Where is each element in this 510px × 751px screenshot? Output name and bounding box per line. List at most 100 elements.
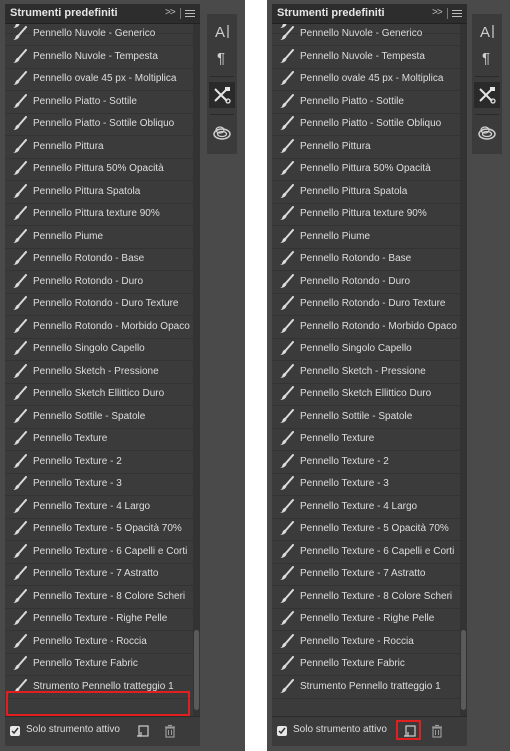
list-item-label: Pennello Texture - 7 Astratto (300, 568, 426, 579)
list-item[interactable]: Pennello ovale 45 px - Moltiplica (5, 68, 193, 91)
list-item[interactable]: Pennello Sketch - Pressione (5, 361, 193, 384)
list-item[interactable]: Pennello Nuvole - Generico (5, 24, 193, 46)
trash-icon[interactable] (430, 724, 444, 738)
brush-icon (13, 251, 27, 265)
brush-icon (280, 656, 294, 670)
svg-text:A: A (215, 24, 225, 39)
list-item[interactable]: Pennello Texture Fabric (5, 653, 193, 676)
scrollbar[interactable] (193, 24, 200, 716)
list-item[interactable]: Pennello Texture - 6 Capelli e Corti (5, 541, 193, 564)
scrollbar-thumb[interactable] (194, 630, 199, 710)
list-item[interactable]: Pennello Rotondo - Base (5, 248, 193, 271)
list-item[interactable]: Pennello Texture - 6 Capelli e Corti (272, 541, 460, 564)
list-item[interactable]: Pennello Sketch Ellittico Duro (5, 383, 193, 406)
list-item[interactable]: Pennello Texture (5, 428, 193, 451)
list-item[interactable]: Pennello Texture - 8 Colore Scheri (5, 586, 193, 609)
list-item[interactable]: Pennello Texture - 3 (272, 473, 460, 496)
list-item-label: Pennello Texture - 3 (33, 478, 122, 489)
character-icon[interactable]: A (209, 18, 235, 44)
paragraph-icon[interactable]: ¶ (209, 44, 235, 70)
list-item[interactable]: Pennello Piatto - Sottile Obliquo (272, 113, 460, 136)
list-item[interactable]: Pennello Pittura 50% Opacità (5, 158, 193, 181)
list-item[interactable]: Pennello Texture - 7 Astratto (272, 563, 460, 586)
list-item[interactable]: Pennello Rotondo - Duro (5, 271, 193, 294)
character-icon[interactable]: A (474, 18, 500, 44)
list-item[interactable]: Pennello Pittura Spatola (5, 181, 193, 204)
list-item[interactable]: Pennello Rotondo - Base (272, 248, 460, 271)
scrollbar[interactable] (460, 24, 467, 716)
list-item[interactable]: Pennello Texture - 4 Largo (5, 496, 193, 519)
list-item[interactable]: Pennello ovale 45 px - Moltiplica (272, 68, 460, 91)
new-preset-icon[interactable] (136, 724, 150, 738)
strip-divider (210, 76, 234, 77)
list-item[interactable]: Pennello Texture - 5 Opacità 70% (5, 518, 193, 541)
list-item[interactable]: Pennello Piatto - Sottile (5, 91, 193, 114)
list-item[interactable]: Pennello Texture - 4 Largo (272, 496, 460, 519)
list-item[interactable]: Pennello Texture - Righe Pelle (5, 608, 193, 631)
list-item[interactable]: Pennello Singolo Capello (272, 338, 460, 361)
libraries-icon[interactable] (209, 120, 235, 146)
list-item-label: Pennello Pittura texture 90% (33, 208, 160, 219)
list-item[interactable]: Pennello Piume (272, 226, 460, 249)
list-item-label: Pennello Texture - 5 Opacità 70% (33, 523, 182, 534)
list-item[interactable]: Pennello Pittura texture 90% (5, 203, 193, 226)
list-item[interactable]: Pennello Texture - 7 Astratto (5, 563, 193, 586)
tool-presets-icon[interactable] (474, 82, 500, 108)
list-item-label: Pennello Piatto - Sottile (33, 95, 137, 107)
list-item[interactable]: Pennello Pittura (272, 136, 460, 159)
list-item[interactable]: Pennello Nuvole - Tempesta (272, 46, 460, 69)
double-chevron-right-icon[interactable]: >> (432, 6, 443, 20)
list-item[interactable]: Pennello Sketch - Pressione (272, 361, 460, 384)
list-item[interactable]: Pennello Texture - 2 (5, 451, 193, 474)
list-item[interactable]: Pennello Nuvole - Tempesta (5, 46, 193, 69)
list-item-label: Pennello Sketch - Pressione (300, 365, 426, 377)
preset-list[interactable]: Pennello Nuvole - Generico Pennello Nuvol… (272, 24, 460, 716)
double-chevron-right-icon[interactable]: >> (165, 6, 176, 20)
list-item[interactable]: Pennello Texture - 5 Opacità 70% (272, 518, 460, 541)
list-item[interactable]: Pennello Sketch Ellittico Duro (272, 383, 460, 406)
list-item[interactable]: Pennello Piatto - Sottile (272, 91, 460, 114)
brush-icon (13, 48, 27, 63)
list-item[interactable]: Pennello Pittura Spatola (272, 181, 460, 204)
list-item[interactable]: Pennello Piume (5, 226, 193, 249)
list-item[interactable]: Pennello Pittura texture 90% (272, 203, 460, 226)
brush-icon (13, 678, 27, 693)
list-item[interactable]: Pennello Texture - Righe Pelle (272, 608, 460, 631)
list-item[interactable]: Pennello Texture - Roccia (272, 631, 460, 654)
list-item[interactable]: Pennello Texture (272, 428, 460, 451)
brush-icon (280, 543, 294, 558)
scrollbar-thumb[interactable] (461, 630, 466, 710)
list-item[interactable]: Pennello Rotondo - Morbido Opaco (5, 316, 193, 339)
list-item-label: Pennello Texture - 4 Largo (300, 500, 418, 512)
list-item[interactable]: Pennello Sottile - Spatole (272, 406, 460, 429)
list-item[interactable]: Pennello Rotondo - Duro (272, 271, 460, 294)
new-preset-icon[interactable] (403, 724, 417, 738)
list-item[interactable]: Pennello Texture - 2 (272, 451, 460, 474)
list-item[interactable]: Pennello Texture - Roccia (5, 631, 193, 654)
list-item[interactable]: Pennello Singolo Capello (5, 338, 193, 361)
tool-presets-icon[interactable] (209, 82, 235, 108)
list-item[interactable]: Pennello Rotondo - Morbido Opaco (272, 316, 460, 339)
list-item[interactable]: Pennello Piatto - Sottile Obliquo (5, 113, 193, 136)
list-item[interactable]: Pennello Sottile - Spatole (5, 406, 193, 429)
list-item[interactable]: Strumento Pennello tratteggio 1 (5, 676, 193, 699)
list-item[interactable]: Pennello Pittura 50% Opacità (272, 158, 460, 181)
list-item[interactable]: Pennello Texture - 8 Colore Scheri (272, 586, 460, 609)
paragraph-icon[interactable]: ¶ (474, 44, 500, 70)
list-item[interactable]: Pennello Rotondo - Duro Texture (5, 293, 193, 316)
list-item[interactable]: Pennello Texture Fabric (272, 653, 460, 676)
trash-icon[interactable] (163, 724, 177, 738)
list-item[interactable]: Pennello Nuvole - Generico (272, 24, 460, 46)
list-item-label: Pennello Piatto - Sottile (300, 95, 404, 107)
active-tool-only-checkbox[interactable] (10, 726, 20, 736)
preset-list[interactable]: Pennello Nuvole - Generico Pennello Nuvol… (5, 24, 193, 716)
list-item[interactable]: Strumento Pennello tratteggio 1 (272, 676, 460, 699)
list-item-label: Pennello Texture - 6 Capelli e Corti (300, 545, 455, 557)
panel-menu-icon[interactable] (452, 6, 462, 22)
list-item[interactable]: Pennello Pittura (5, 136, 193, 159)
active-tool-only-checkbox[interactable] (277, 726, 287, 736)
libraries-icon[interactable] (474, 120, 500, 146)
list-item[interactable]: Pennello Rotondo - Duro Texture (272, 293, 460, 316)
panel-menu-icon[interactable] (185, 6, 195, 22)
list-item[interactable]: Pennello Texture - 3 (5, 473, 193, 496)
